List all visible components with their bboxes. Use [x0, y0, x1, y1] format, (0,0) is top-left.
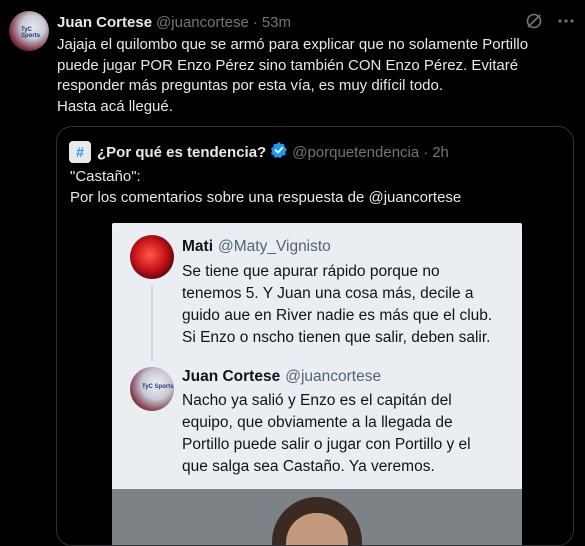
reply1-avatar — [130, 235, 174, 279]
quoted-tweet[interactable]: # ¿Por qué es tendencia? @porquetendenci… — [56, 126, 574, 546]
quoted-tweet-text: "Castaño": Por los comentarios sobre una… — [70, 168, 462, 206]
tweet[interactable]: TyC Sports Juan Cortese @juancortese · 5… — [0, 0, 585, 546]
reply1-name: Mati — [182, 238, 213, 255]
tweet-timestamp[interactable]: 53m — [262, 14, 291, 31]
grok-icon[interactable] — [525, 12, 543, 30]
quoted-image[interactable]: Mati @Maty_Vignisto Se tiene que apurar … — [112, 223, 522, 545]
author-handle[interactable]: @juancortese — [156, 14, 249, 31]
author-avatar[interactable]: TyC Sports — [9, 11, 49, 51]
verified-badge-icon — [270, 141, 288, 163]
quoted-author-name[interactable]: ¿Por qué es tendencia? — [97, 144, 266, 161]
reply2-text: Nacho ya salió y Enzo es el capitán del … — [182, 392, 471, 475]
reply1-handle: @Maty_Vignisto — [218, 238, 331, 255]
reply2-header: Juan Cortese @juancortese — [182, 367, 381, 387]
reply1-text: Se tiene que apurar rápido porque no ten… — [182, 263, 493, 346]
avatar-logo-text: TyC Sports — [21, 27, 41, 39]
quoted-author-handle[interactable]: @porquetendencia — [292, 144, 419, 161]
tweet-header: Juan Cortese @juancortese · 53m — [57, 12, 291, 32]
reply2-name: Juan Cortese — [182, 368, 281, 385]
author-name[interactable]: Juan Cortese — [57, 14, 152, 31]
reply2-avatar-logo-text: TyC Sports — [142, 384, 174, 390]
tweet-actions-top — [525, 12, 575, 30]
reply1-header: Mati @Maty_Vignisto — [182, 237, 331, 257]
reply2-handle: @juancortese — [285, 368, 382, 385]
quoted-timestamp[interactable]: 2h — [432, 144, 449, 161]
quoted-header-separator: · — [423, 143, 429, 161]
hashtag-icon: # — [69, 141, 91, 163]
quoted-tweet-header: # ¿Por qué es tendencia? @porquetendenci… — [69, 141, 449, 163]
header-separator: · — [252, 13, 258, 31]
thread-line — [151, 285, 153, 361]
more-icon[interactable] — [557, 12, 575, 30]
player-photo — [112, 489, 522, 545]
tweet-text: Jajaja el quilombo que se armó para expl… — [57, 36, 529, 115]
reply2-avatar: TyC Sports — [130, 367, 174, 411]
